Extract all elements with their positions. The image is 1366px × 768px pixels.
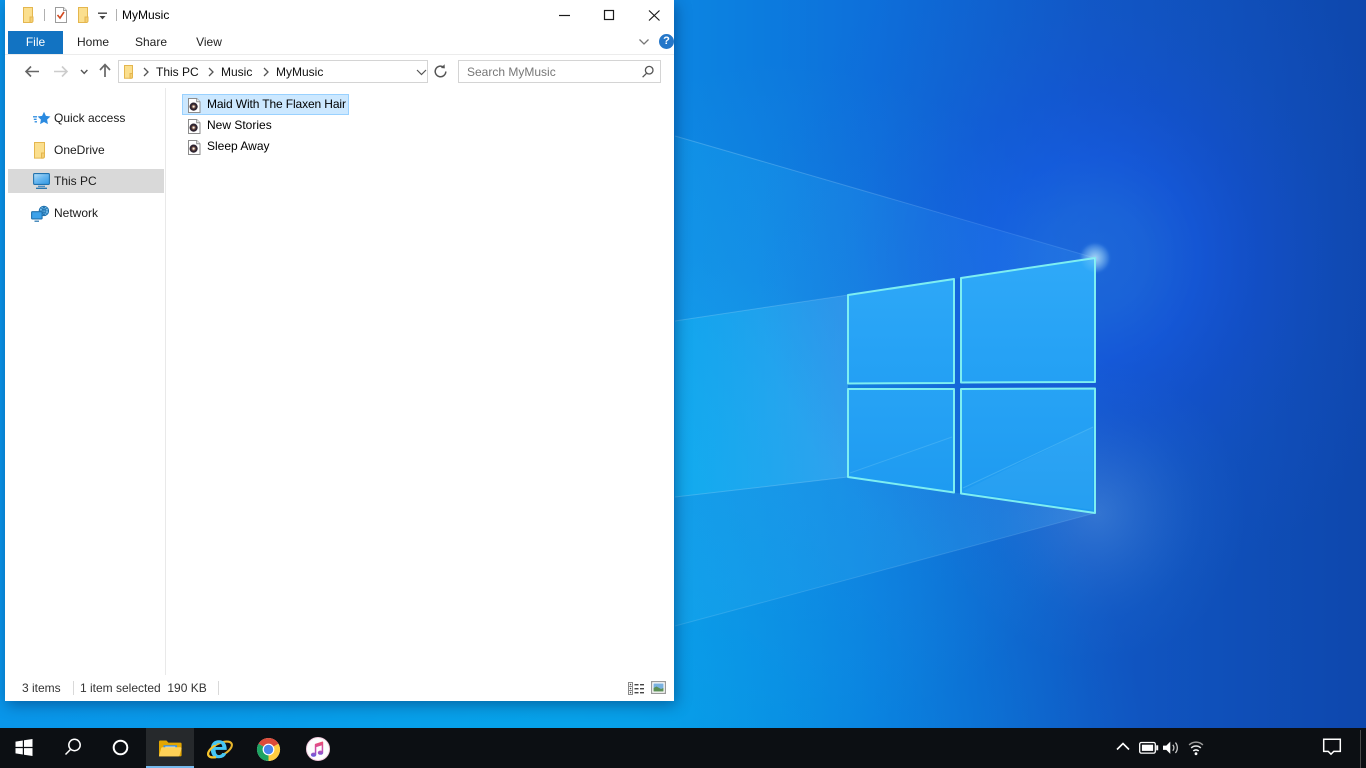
svg-text:e: e	[210, 735, 228, 763]
